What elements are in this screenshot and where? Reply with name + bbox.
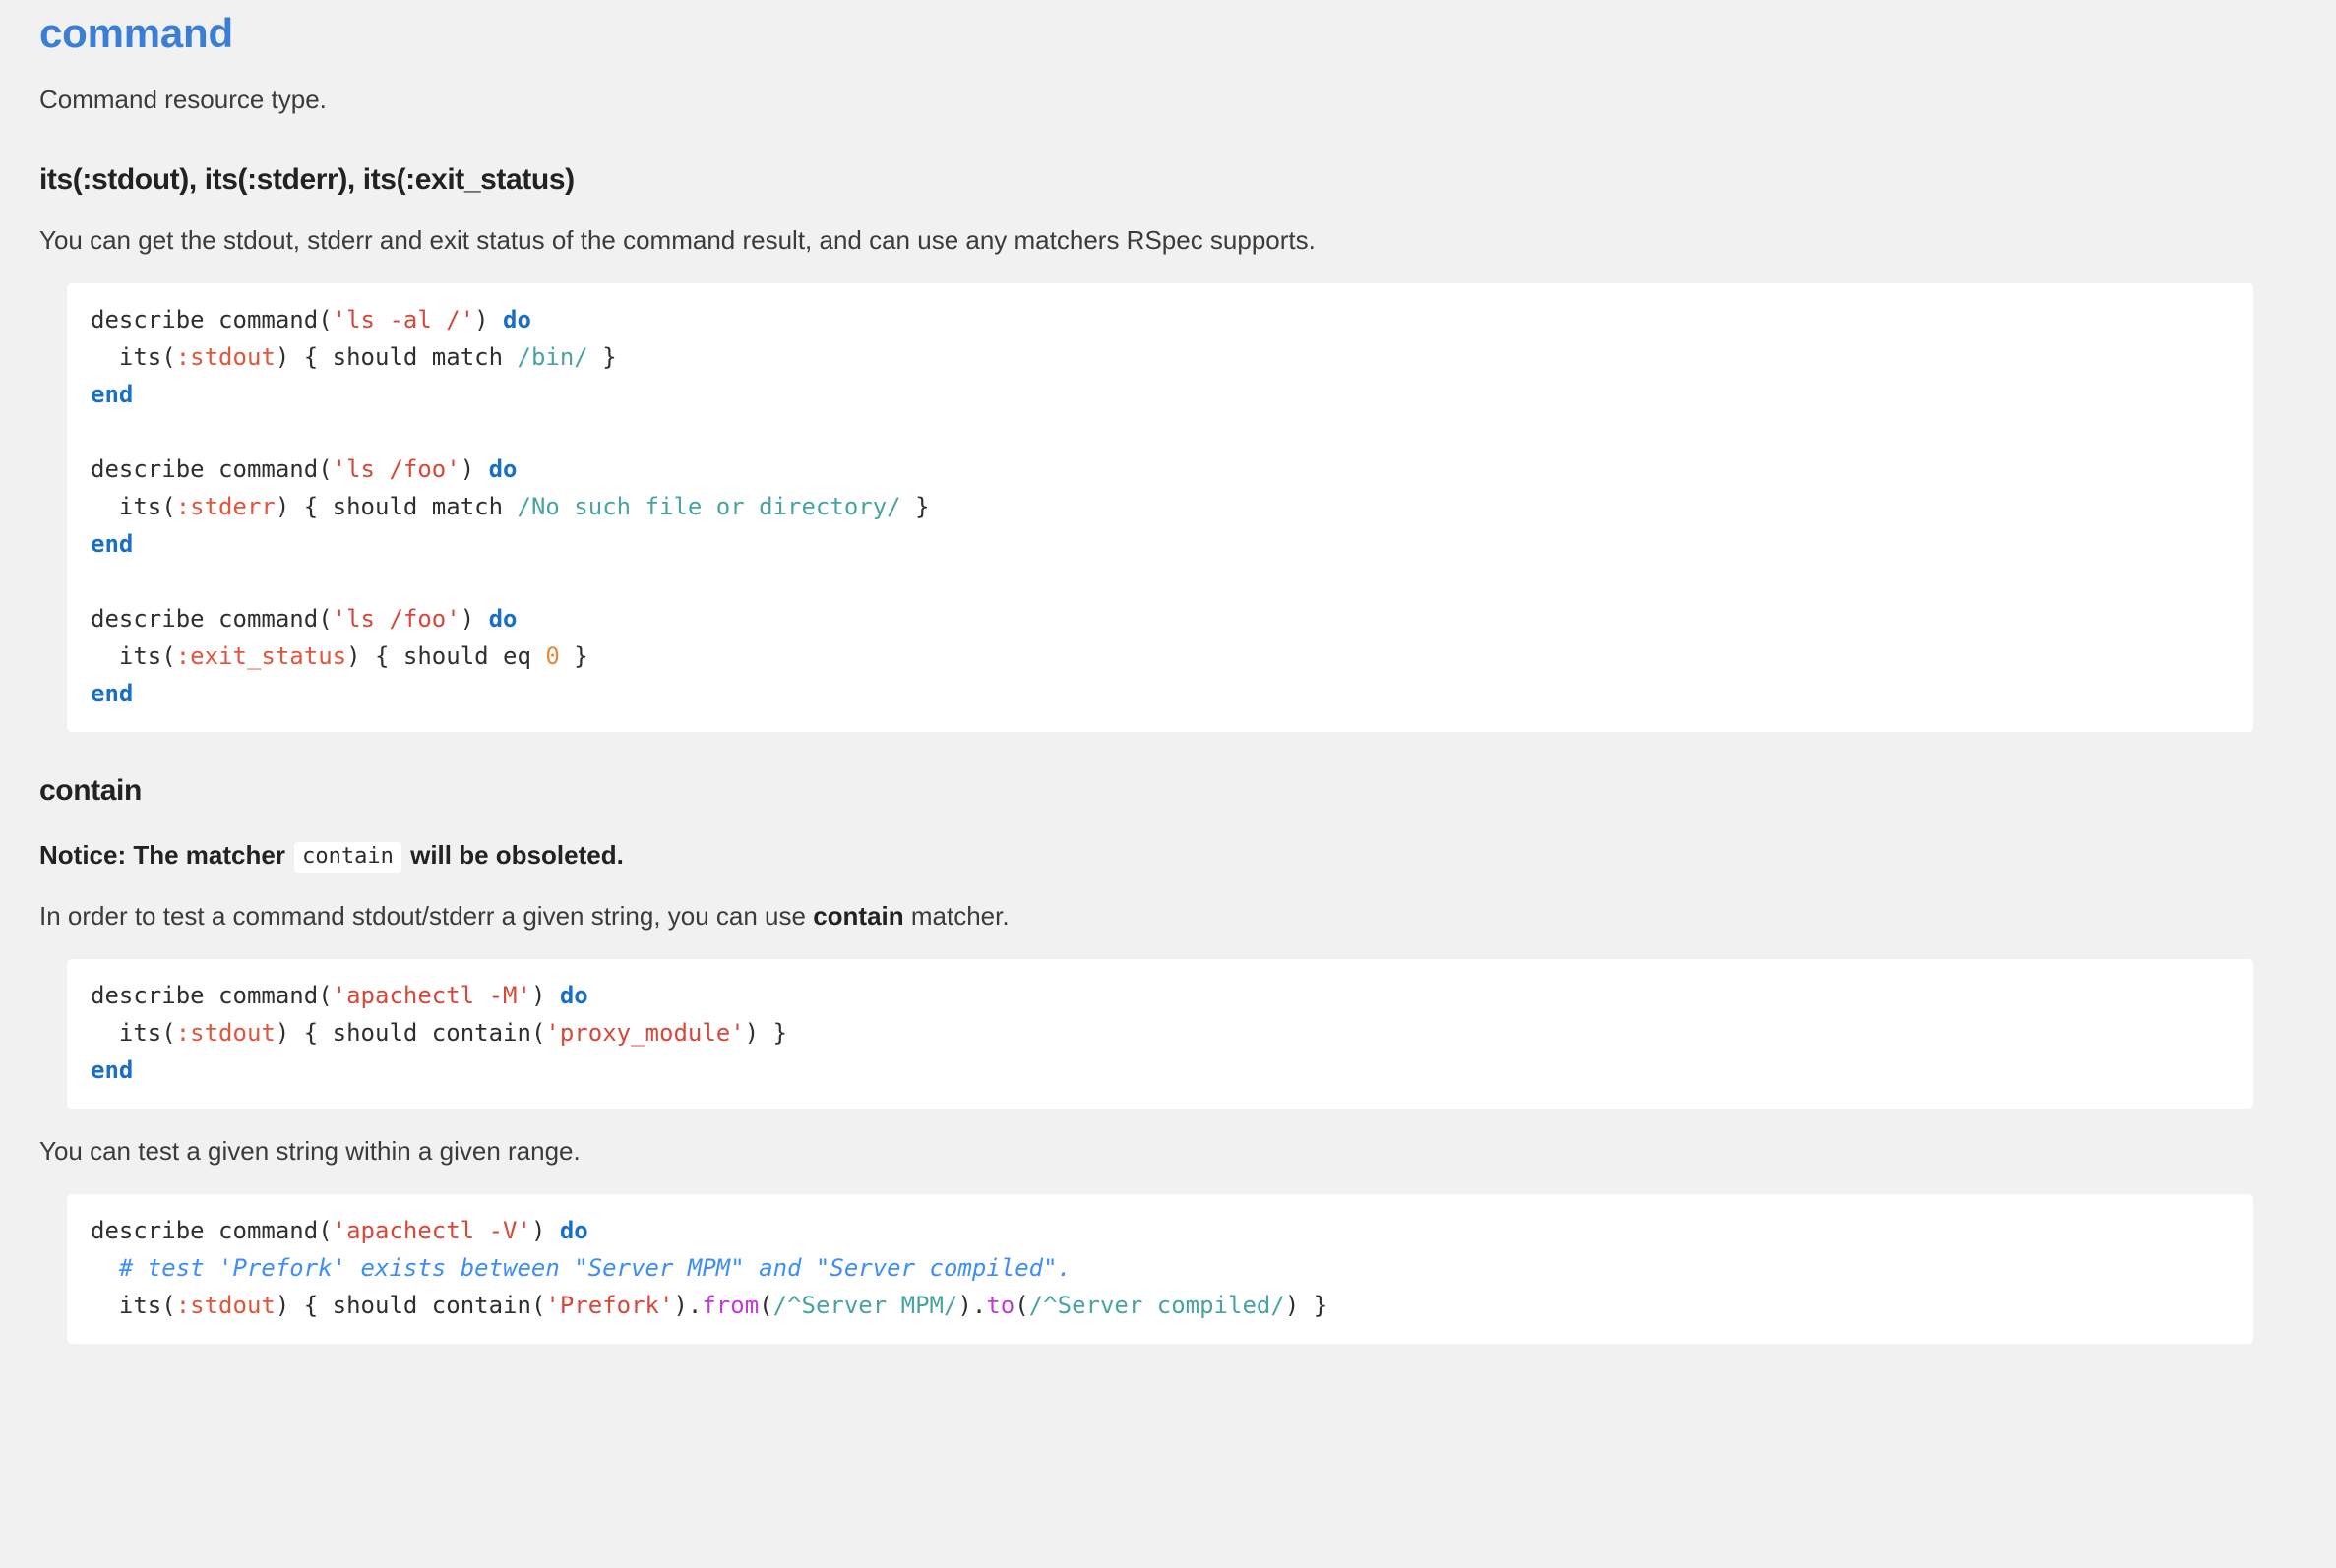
code-line: describe command('ls /foo') do bbox=[91, 451, 2230, 488]
code-token-plain: describe command( bbox=[91, 605, 333, 633]
code-token-key: do bbox=[559, 981, 588, 1009]
code-line: describe command('apachectl -V') do bbox=[91, 1212, 2230, 1249]
code-token-key: end bbox=[91, 530, 134, 559]
code-token-key: do bbox=[488, 605, 518, 633]
code-token-sym: :stderr bbox=[175, 493, 276, 521]
code-content: describe command('apachectl -M') do its(… bbox=[91, 977, 2230, 1089]
code-token-plain: } bbox=[559, 642, 588, 671]
code-token-re: /bin/ bbox=[517, 343, 588, 372]
inline-code-contain: contain bbox=[294, 842, 401, 873]
code-token-key: end bbox=[91, 381, 134, 409]
range-paragraph: You can test a given string within a giv… bbox=[39, 1135, 581, 1166]
code-token-num: 0 bbox=[545, 642, 560, 671]
code-token-plain: ) { should contain( bbox=[275, 1291, 546, 1319]
section-paragraph-its: You can get the stdout, stderr and exit … bbox=[39, 225, 1316, 256]
code-token-plain: ) bbox=[460, 605, 489, 633]
code-token-plain: ) bbox=[460, 455, 489, 484]
code-token-plain: ) { should match bbox=[275, 493, 518, 521]
contain-intro-paragraph: In order to test a command stdout/stderr… bbox=[39, 874, 2297, 934]
code-token-sym: :exit_status bbox=[175, 642, 347, 671]
code-token-plain: its( bbox=[91, 1018, 176, 1047]
code-token-cmt: # test 'Prefork' exists between "Server … bbox=[118, 1253, 1073, 1282]
code-token-str: 'apachectl -M' bbox=[332, 981, 531, 1009]
code-token-plain: ) } bbox=[1284, 1291, 1328, 1319]
code-token-plain: ) { should match bbox=[275, 343, 518, 372]
section-heading-contain: contain bbox=[39, 774, 142, 808]
section-heading-its: its(:stdout), its(:stderr), its(:exit_st… bbox=[39, 163, 575, 197]
code-token-str: 'ls -al /' bbox=[332, 306, 475, 334]
code-line: describe command('apachectl -M') do bbox=[91, 977, 2230, 1014]
code-content: describe command('apachectl -V') do # te… bbox=[91, 1212, 2230, 1324]
code-token-plain: its( bbox=[91, 343, 176, 372]
code-token-str: 'ls /foo' bbox=[332, 455, 461, 484]
notice-suffix-text: will be obsoleted. bbox=[402, 840, 624, 871]
code-token-sym: :stdout bbox=[175, 1018, 276, 1047]
code-token-plain: ( bbox=[759, 1291, 773, 1319]
code-line: its(:stdout) { should contain('proxy_mod… bbox=[91, 1014, 2230, 1052]
document-page: command Command resource type. its(:stdo… bbox=[0, 0, 2336, 1344]
code-token-re: /^Server MPM/ bbox=[772, 1291, 958, 1319]
code-token-re: /No such file or directory/ bbox=[517, 493, 901, 521]
code-token-plain: ). bbox=[673, 1291, 703, 1319]
code-token-plain: ) { should eq bbox=[346, 642, 546, 671]
contain-intro-suffix: matcher. bbox=[903, 900, 1010, 931]
contain-intro-prefix: In order to test a command stdout/stderr… bbox=[39, 900, 814, 931]
code-line: its(:stdout) { should contain('Prefork')… bbox=[91, 1287, 2230, 1324]
code-token-meth: from bbox=[702, 1291, 760, 1319]
code-token-plain: its( bbox=[91, 1291, 176, 1319]
code-content: describe command('ls -al /') do its(:std… bbox=[91, 301, 2230, 712]
code-token-str: 'proxy_module' bbox=[545, 1018, 745, 1047]
code-token-plain: } bbox=[587, 343, 617, 372]
code-token-str: 'ls /foo' bbox=[332, 605, 461, 633]
code-token-key: end bbox=[91, 1055, 134, 1084]
code-token-plain: ) { should contain( bbox=[275, 1018, 546, 1047]
code-token-plain: ) bbox=[530, 981, 560, 1009]
code-token-key: do bbox=[503, 306, 531, 334]
code-line: end bbox=[91, 675, 2230, 712]
code-block-contain-basic[interactable]: describe command('apachectl -M') do its(… bbox=[67, 958, 2253, 1109]
code-block-its[interactable]: describe command('ls -al /') do its(:std… bbox=[67, 283, 2253, 733]
code-token-str: 'apachectl -V' bbox=[332, 1216, 531, 1244]
page-title: command bbox=[39, 10, 233, 56]
code-token-sym: :stdout bbox=[175, 1291, 276, 1319]
code-token-plain: ) } bbox=[744, 1018, 788, 1047]
code-token-key: do bbox=[559, 1216, 588, 1244]
code-token-sym: :stdout bbox=[175, 343, 276, 372]
code-token-meth: to bbox=[986, 1291, 1015, 1319]
code-token-plain: ( bbox=[1014, 1291, 1029, 1319]
contain-intro-strong: contain bbox=[813, 900, 904, 931]
code-line: describe command('ls /foo') do bbox=[91, 600, 2230, 637]
code-line: describe command('ls -al /') do bbox=[91, 301, 2230, 338]
code-line: end bbox=[91, 1052, 2230, 1089]
code-token-key: do bbox=[488, 455, 518, 484]
code-line: end bbox=[91, 525, 2230, 563]
code-token-plain: describe command( bbox=[91, 455, 333, 484]
code-line: its(:stdout) { should match /bin/ } bbox=[91, 338, 2230, 376]
code-line: its(:exit_status) { should eq 0 } bbox=[91, 637, 2230, 675]
notice-prefix-text: Notice: The matcher bbox=[39, 840, 293, 871]
code-token-plain: describe command( bbox=[91, 981, 333, 1009]
code-token-plain: describe command( bbox=[91, 1216, 333, 1244]
intro-paragraph: Command resource type. bbox=[39, 85, 327, 115]
code-token-str: 'Prefork' bbox=[545, 1291, 674, 1319]
notice-paragraph: Notice: The matcher contain will be obso… bbox=[39, 809, 2297, 873]
code-token-re: /^Server compiled/ bbox=[1028, 1291, 1285, 1319]
code-token-plain: } bbox=[900, 493, 930, 521]
code-token-plain: its( bbox=[91, 642, 176, 671]
code-token-plain: describe command( bbox=[91, 306, 333, 334]
code-token-key: end bbox=[91, 680, 134, 708]
code-token-plain: ) bbox=[530, 1216, 560, 1244]
code-line: its(:stderr) { should match /No such fil… bbox=[91, 488, 2230, 525]
code-token-plain: ) bbox=[474, 306, 504, 334]
code-line: end bbox=[91, 376, 2230, 413]
code-block-contain-range[interactable]: describe command('apachectl -V') do # te… bbox=[67, 1193, 2253, 1344]
code-line: # test 'Prefork' exists between "Server … bbox=[91, 1249, 2230, 1287]
code-token-plain: ). bbox=[957, 1291, 987, 1319]
code-token-plain: its( bbox=[91, 493, 176, 521]
